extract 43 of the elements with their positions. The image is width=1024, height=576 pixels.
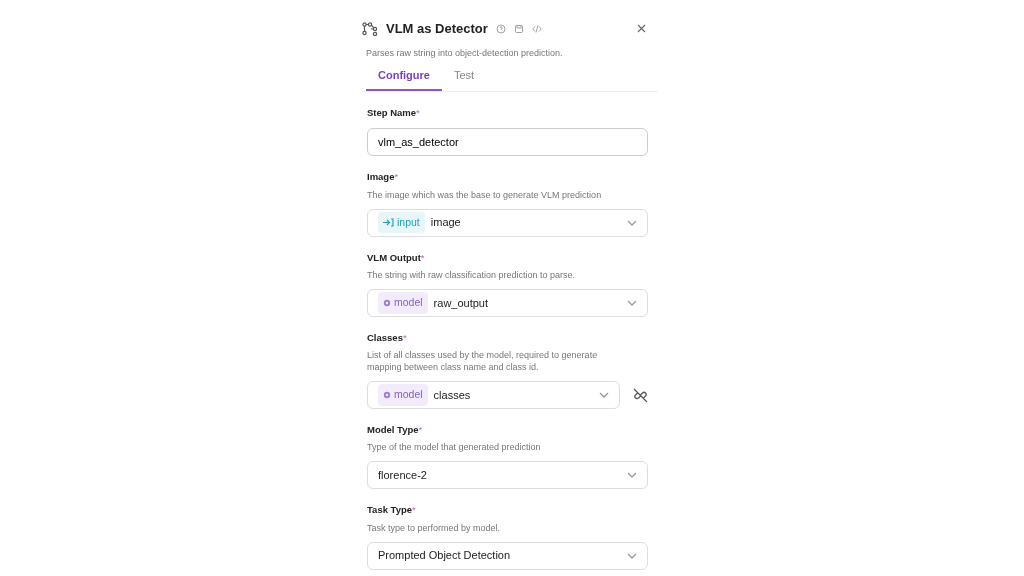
workflow-icon [362,21,378,36]
field-label: Step Name* [367,106,421,120]
tag-label: model [394,294,423,310]
chevron-icon [599,392,609,398]
field-description: Type of the model that generated prediction [367,441,542,454]
unlink-icon[interactable] [632,387,649,403]
tag-label: model [394,387,423,403]
chevron-icon [627,299,637,306]
help-icon[interactable] [495,23,506,34]
close-icon[interactable] [637,24,646,34]
select-field[interactable]: Prompted Object Detection [367,541,648,570]
dot-icon [383,298,391,307]
select-field[interactable]: florence-2 [367,461,648,490]
dot-icon [383,391,391,399]
tag-label: input [397,214,420,230]
field-label: Classes* [367,330,408,345]
tab[interactable]: Configure [366,64,442,91]
select-value: classes [433,387,471,403]
chevron-icon [627,552,637,559]
field-description: Task type to performed by model. [367,521,502,534]
select-field[interactable]: model classes [367,381,620,409]
field-label: Image* [367,170,400,185]
save-icon[interactable] [513,23,524,34]
field-description: The image which was the base to generate VLM prediction [367,188,603,201]
field-label: VLM Output* [367,250,426,265]
select-field[interactable]: input image [367,208,648,237]
field-label: Model Type* [367,423,424,437]
panel-title: VLM as Detector [386,20,488,38]
text-field[interactable]: vlm_as_detector [367,128,648,157]
select-value: image [430,215,461,231]
select-value: florence-2 [378,468,427,483]
arrow-in-icon [383,218,394,227]
panel-description: Parses raw string into object-detection prediction. [365,46,564,59]
tab[interactable]: Test [441,64,487,91]
chevron-icon [627,472,637,479]
field-label: Task Type* [367,503,417,518]
select-value: raw_output [433,295,489,311]
field-description: List of all classes used by the model, required to generate mapping between class name and class id. [367,349,599,373]
select-value: Prompted Object Detection [378,548,511,564]
code-icon[interactable] [531,23,542,34]
field-description: The string with raw classification prediction to parse. [367,268,577,281]
chevron-icon [627,219,637,226]
select-field[interactable]: model raw_output [367,288,648,317]
